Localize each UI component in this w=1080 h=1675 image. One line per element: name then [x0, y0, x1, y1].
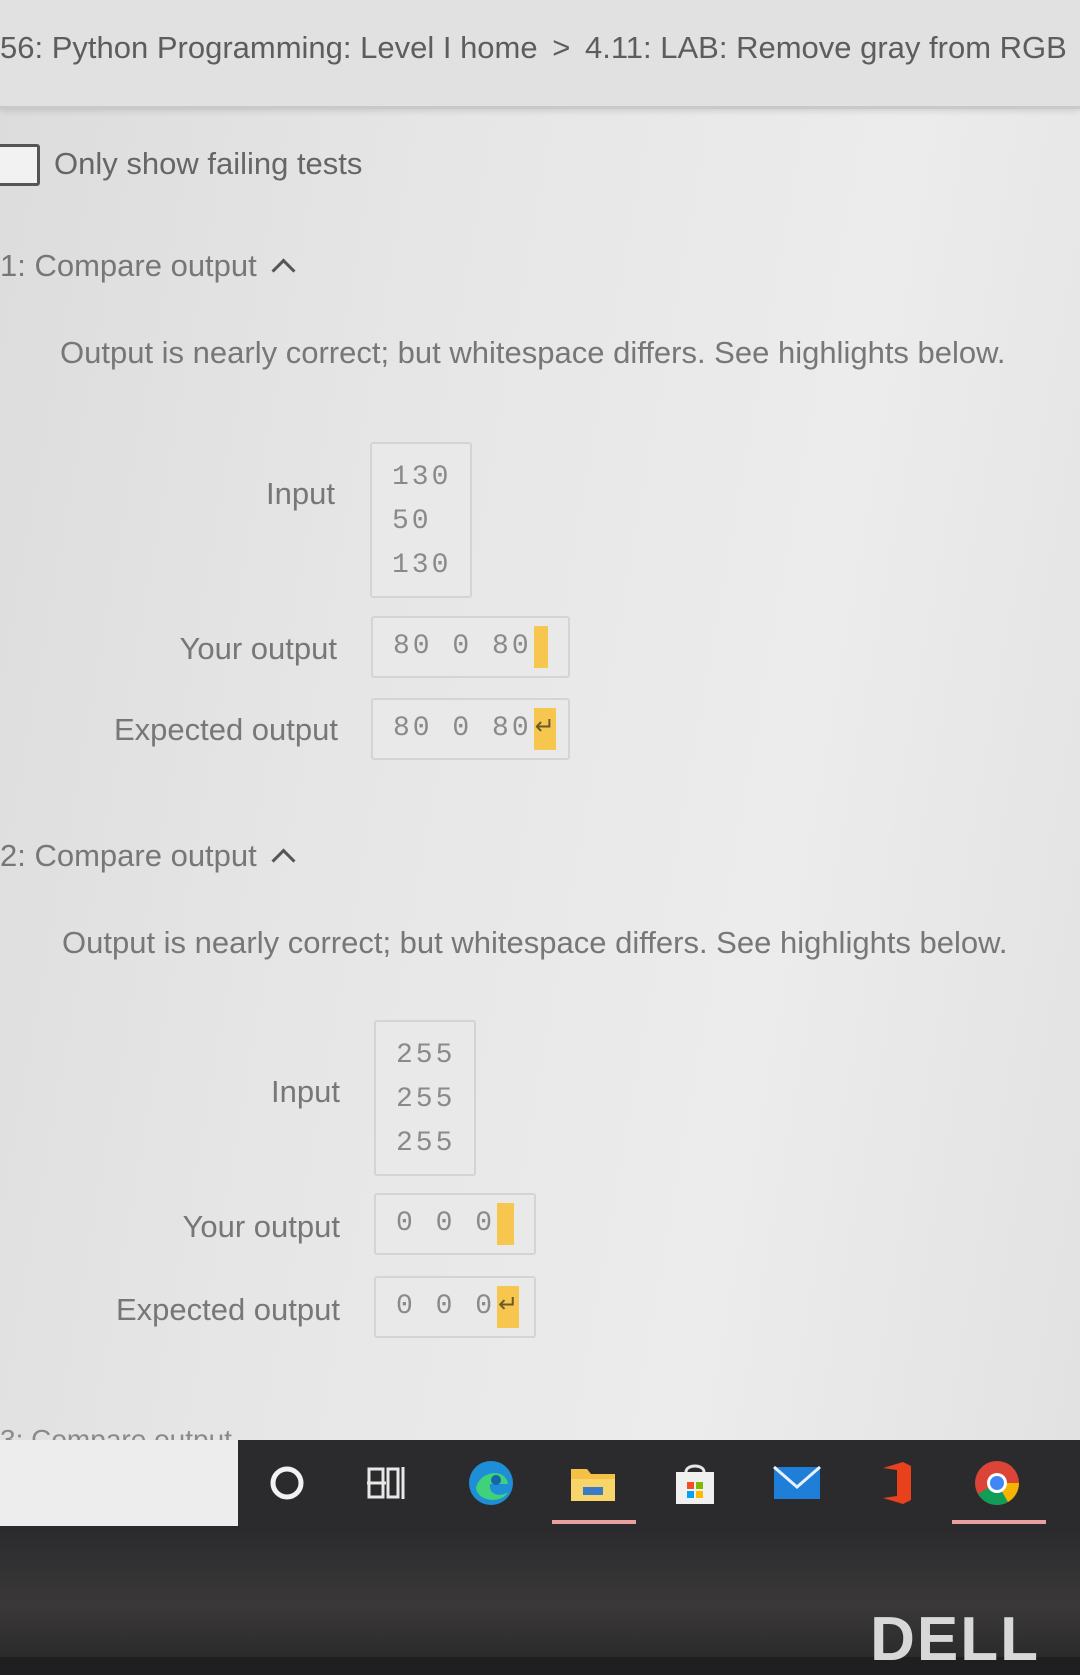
test-2-header[interactable]: 2: Compare output [0, 838, 296, 874]
taskbar-search-box[interactable] [0, 1440, 238, 1526]
test-2-expected-output-label: Expected output [115, 1292, 340, 1327]
test-1-your-output-label: Your output [179, 631, 337, 666]
test-2-input-label: Input [271, 1074, 340, 1109]
dell-logo: DELL [870, 1605, 1040, 1674]
test-2-input-box: 255 255 255 [374, 1020, 476, 1176]
test-1-your-output-box: 80 0 80 [371, 616, 570, 678]
mail-icon[interactable] [772, 1458, 822, 1508]
input-line: 130 [392, 462, 452, 493]
office-icon[interactable] [872, 1458, 922, 1508]
top-bar: 56: Python Programming: Level I home > 4… [0, 0, 1080, 109]
input-line: 255 [396, 1040, 456, 1071]
test-1-input-box: 130 50 130 [370, 442, 472, 598]
windows-taskbar [0, 1440, 1080, 1526]
whitespace-highlight [497, 1203, 514, 1245]
input-line: 255 [396, 1128, 456, 1159]
input-line: 255 [396, 1084, 456, 1115]
your-output-text: 80 0 80 [393, 631, 532, 662]
test-1-header[interactable]: 1: Compare output [0, 248, 296, 284]
browser-screen: 56: Python Programming: Level I home > 4… [0, 0, 1080, 1440]
failing-tests-label[interactable]: Only show failing tests [54, 146, 362, 182]
breadcrumb: 56: Python Programming: Level I home > 4… [0, 30, 1067, 66]
breadcrumb-separator: > [552, 30, 571, 65]
test-2-your-output-box: 0 0 0 [374, 1193, 536, 1255]
test-2-your-output-label: Your output [182, 1209, 340, 1244]
breadcrumb-course-link[interactable]: 56: Python Programming: Level I home [0, 30, 538, 65]
expected-output-text: 80 0 80 [393, 713, 532, 744]
breadcrumb-lab-title: 4.11: LAB: Remove gray from RGB [584, 30, 1067, 65]
test-1-expected-output-label: Expected output [113, 712, 338, 747]
input-line: 130 [392, 550, 452, 581]
test-1-message: Output is nearly correct; but whitespace… [60, 335, 1006, 370]
test-2-message: Output is nearly correct; but whitespace… [62, 925, 1008, 960]
return-highlight-icon: ↵ [497, 1286, 520, 1328]
return-highlight-icon: ↵ [533, 708, 556, 750]
store-icon[interactable] [670, 1458, 720, 1508]
expected-output-text: 0 0 0 [396, 1291, 496, 1322]
explorer-running-indicator [552, 1520, 636, 1524]
chrome-icon[interactable] [972, 1458, 1022, 1508]
chevron-up-icon[interactable] [271, 847, 296, 873]
whitespace-highlight [533, 626, 548, 668]
chevron-up-icon[interactable] [271, 257, 296, 283]
test-1-title: 1: Compare output [0, 248, 257, 283]
test-2-title: 2: Compare output [0, 838, 257, 873]
test-2-expected-output-box: 0 0 0 ↵ [374, 1276, 536, 1338]
chrome-running-indicator [952, 1520, 1046, 1524]
test-1-input-label: Input [266, 476, 335, 511]
test-3-title[interactable]: 3: Compare output [0, 1424, 232, 1440]
task-view-icon[interactable] [362, 1458, 412, 1508]
failing-tests-checkbox[interactable] [0, 144, 40, 186]
input-line: 50 [392, 506, 432, 537]
your-output-text: 0 0 0 [396, 1208, 496, 1239]
test-1-expected-output-box: 80 0 80 ↵ [371, 698, 570, 760]
file-explorer-icon[interactable] [568, 1458, 618, 1508]
cortana-circle-icon[interactable] [262, 1458, 312, 1508]
edge-icon[interactable] [466, 1458, 516, 1508]
